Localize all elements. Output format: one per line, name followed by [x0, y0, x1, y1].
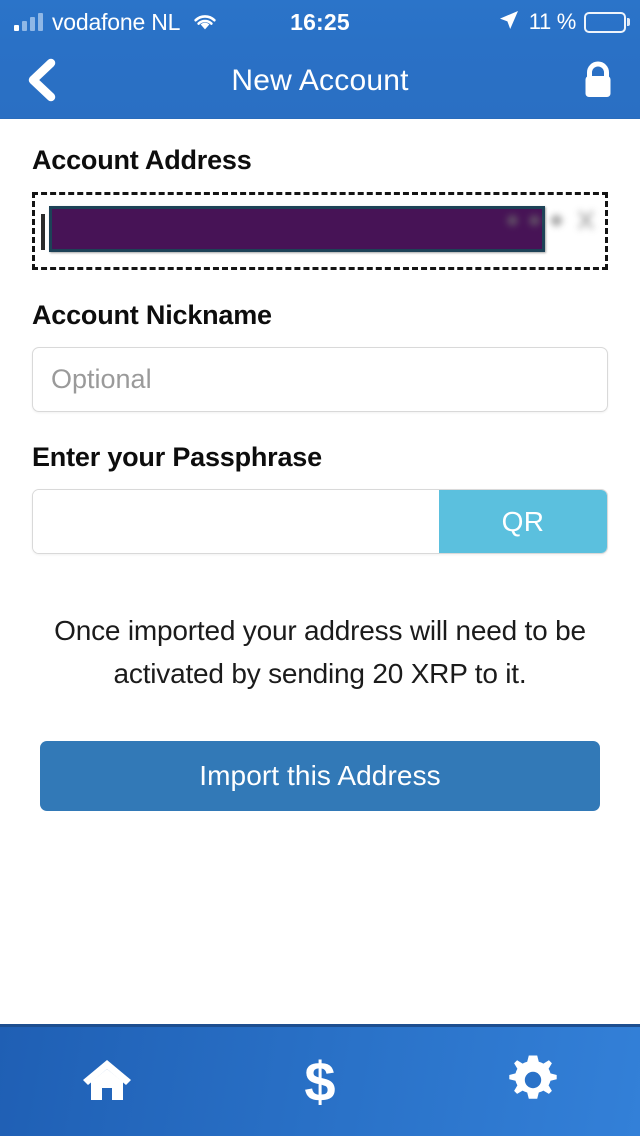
account-nickname-group: Account Nickname [32, 300, 608, 412]
wifi-icon [191, 12, 219, 32]
page-title: New Account [231, 64, 409, 97]
tab-dollar[interactable]: $ [213, 1027, 426, 1136]
nav-bar: New Account [0, 44, 640, 119]
signal-bars-icon [14, 12, 43, 31]
passphrase-row: QR [32, 489, 608, 554]
lock-button[interactable] [578, 57, 618, 106]
qr-scan-button[interactable]: QR [439, 490, 607, 553]
gear-icon [507, 1054, 559, 1109]
activation-info-text: Once imported your address will need to … [54, 615, 586, 689]
tab-settings[interactable] [427, 1027, 640, 1136]
status-bar-right: 11 % [497, 8, 626, 37]
account-nickname-label: Account Nickname [32, 300, 272, 330]
location-arrow-icon [497, 8, 521, 37]
text-caret [41, 214, 45, 250]
passphrase-input[interactable] [33, 490, 439, 553]
back-button[interactable] [24, 57, 58, 106]
battery-percent-label: 11 % [528, 9, 577, 34]
bottom-tab-bar: $ [0, 1024, 640, 1136]
battery-icon [584, 11, 626, 33]
address-redaction-overlay [49, 206, 545, 252]
clear-x-icon[interactable] [507, 209, 597, 231]
tab-home[interactable] [0, 1027, 213, 1136]
status-bar: vodafone NL 16:25 11 % [0, 0, 640, 44]
account-address-input[interactable] [32, 192, 608, 270]
status-bar-left: vodafone NL [14, 8, 219, 35]
lock-icon [578, 57, 618, 106]
carrier-label: vodafone NL [52, 8, 181, 35]
account-address-group: Account Address [32, 145, 608, 270]
import-address-button[interactable]: Import this Address [40, 741, 600, 812]
home-icon [79, 1055, 135, 1108]
passphrase-label: Enter your Passphrase [32, 442, 322, 472]
account-address-label: Account Address [32, 145, 252, 175]
passphrase-group: Enter your Passphrase QR [32, 442, 608, 554]
form-content: Account Address Account Nickname Enter y… [0, 119, 640, 1024]
chevron-left-icon [24, 57, 58, 106]
account-nickname-input[interactable] [32, 347, 608, 412]
dollar-icon: $ [304, 1049, 336, 1113]
